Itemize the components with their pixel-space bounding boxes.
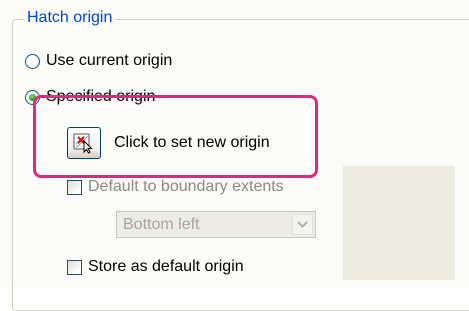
origin-position-value: Bottom left — [123, 215, 200, 233]
highlight-box — [33, 95, 318, 178]
store-default-origin-label: Store as default origin — [88, 258, 244, 275]
origin-preview — [343, 166, 455, 280]
hatch-origin-panel: Hatch origin Use current origin Specifie… — [0, 0, 469, 311]
use-current-origin-label: Use current origin — [46, 52, 173, 69]
default-boundary-extents-checkbox[interactable] — [67, 179, 82, 195]
store-default-origin-option[interactable]: Store as default origin — [67, 258, 244, 276]
use-current-origin-option[interactable]: Use current origin — [25, 52, 172, 70]
default-boundary-extents-label: Default to boundary extents — [88, 178, 284, 195]
group-title: Hatch origin — [24, 8, 116, 28]
use-current-origin-radio[interactable] — [25, 53, 40, 69]
store-default-origin-checkbox[interactable] — [67, 259, 82, 275]
default-boundary-extents-option[interactable]: Default to boundary extents — [67, 178, 284, 196]
origin-position-select[interactable]: Bottom left — [116, 211, 316, 238]
chevron-down-icon[interactable] — [292, 214, 313, 235]
